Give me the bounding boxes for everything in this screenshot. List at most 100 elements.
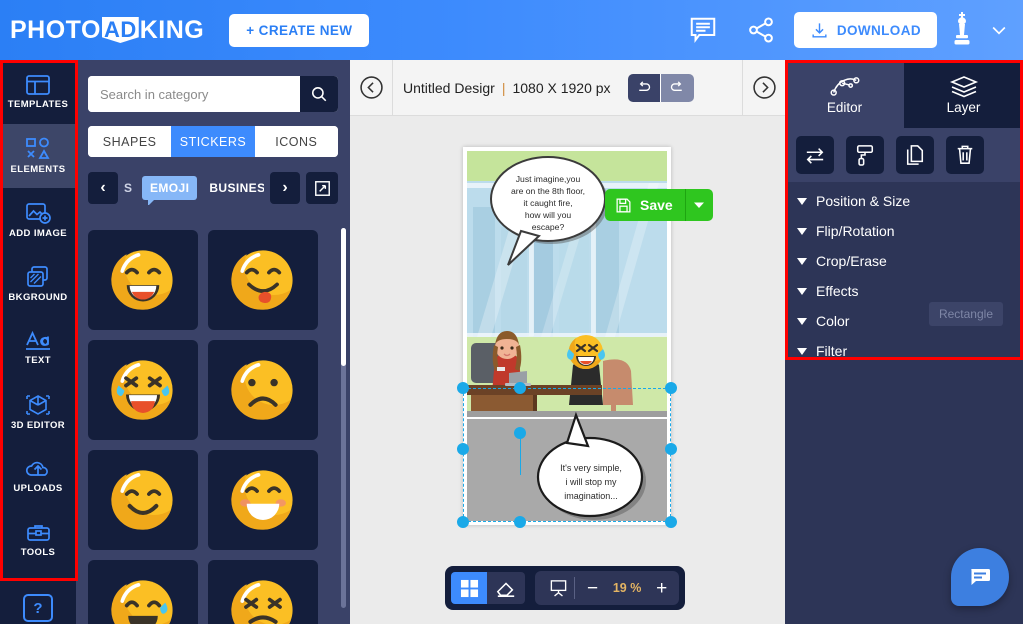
handle-top-left[interactable] xyxy=(457,382,469,394)
chevron-down-icon xyxy=(797,197,807,205)
emoji-item-sweat-smile[interactable] xyxy=(88,560,198,624)
svg-text:escape?: escape? xyxy=(532,222,565,232)
category-prev-button[interactable]: ‹ xyxy=(88,172,118,204)
category-next-button[interactable]: › xyxy=(270,172,300,204)
toolbox-icon xyxy=(26,525,50,541)
emoji-item-angry-squint[interactable] xyxy=(208,560,318,624)
emoji-grid-scroll[interactable] xyxy=(76,220,350,624)
canvas-area: Untitled Desigr | 1080 X 1920 px Save Ju… xyxy=(350,59,785,624)
handle-middle-left[interactable] xyxy=(457,443,469,455)
download-icon xyxy=(812,22,827,38)
grinning-blush-emoji xyxy=(231,470,293,530)
account-menu[interactable] xyxy=(951,11,1009,49)
sidebar-label-elements: ELEMENTS xyxy=(10,164,66,175)
canvas-toolbar: Untitled Desigr | 1080 X 1920 px xyxy=(350,59,785,116)
tab-editor[interactable]: Editor xyxy=(785,60,904,128)
panel-scrollbar-thumb[interactable] xyxy=(341,228,346,366)
section-flip-rotation[interactable]: Flip/Rotation xyxy=(785,216,1023,246)
redo-icon[interactable] xyxy=(660,73,694,102)
sidebar-item-elements[interactable]: ELEMENTS xyxy=(0,124,76,188)
feedback-comment-icon[interactable] xyxy=(674,0,732,60)
section-position-size[interactable]: Position & Size xyxy=(785,186,1023,216)
zoom-in-button[interactable]: + xyxy=(652,579,671,598)
eraser-icon[interactable] xyxy=(487,572,525,604)
sidebar-label-bkground: BKGROUND xyxy=(8,292,68,303)
arrange-swap-icon[interactable] xyxy=(796,136,834,174)
save-group: Save xyxy=(605,189,713,221)
emoji-item-frowning-face[interactable] xyxy=(208,340,318,440)
chevron-down-icon xyxy=(797,287,807,295)
sidebar-label-text: TEXT xyxy=(25,355,51,366)
handle-top-right[interactable] xyxy=(665,382,677,394)
laughing-tears-emoji xyxy=(111,360,173,420)
help-button[interactable]: ? xyxy=(23,594,53,622)
sidebar-label-3d-editor: 3D EDITOR xyxy=(10,420,66,431)
emoji-item-grinning-blush[interactable] xyxy=(208,450,318,550)
svg-text:it caught fire,: it caught fire, xyxy=(523,198,572,208)
search-button[interactable] xyxy=(300,76,338,112)
sidebar-item-3d-editor[interactable]: 3D EDITOR xyxy=(0,380,76,444)
chevron-left-circle-icon[interactable] xyxy=(350,75,392,100)
sidebar-label-templates: TEMPLATES xyxy=(7,99,69,110)
handle-bottom-right[interactable] xyxy=(665,516,677,528)
panel-scrollbar[interactable] xyxy=(341,228,346,608)
grid-view-icon[interactable] xyxy=(451,572,487,604)
share-icon[interactable] xyxy=(732,0,790,60)
chat-bubble-icon[interactable] xyxy=(951,548,1009,606)
chevron-right-circle-icon[interactable] xyxy=(743,75,785,100)
chevron-down-icon xyxy=(797,347,807,355)
handle-top-center[interactable] xyxy=(514,382,526,394)
expand-diagonal-icon[interactable] xyxy=(306,172,338,204)
save-dropdown-button[interactable] xyxy=(684,189,713,221)
sidebar-item-add-image[interactable]: ADD IMAGE xyxy=(0,188,76,252)
duplicate-pages-icon[interactable] xyxy=(896,136,934,174)
download-button[interactable]: DOWNLOAD xyxy=(793,12,937,48)
layers-icon xyxy=(949,75,978,97)
section-filter[interactable]: Filter xyxy=(785,336,1023,366)
emoji-item-grinning-open-mouth[interactable] xyxy=(88,230,198,330)
app-header: PHOTO AD KING + CREATE NEW DOWNLOAD xyxy=(0,0,1023,60)
emoji-item-laughing-tears[interactable] xyxy=(88,340,198,440)
sidebar-item-text[interactable]: TEXT xyxy=(0,316,76,380)
section-label-position-size: Position & Size xyxy=(816,193,911,209)
tab-shapes[interactable]: SHAPES xyxy=(88,126,172,157)
sidebar-item-tools[interactable]: TOOLS xyxy=(0,508,76,572)
app-root: PHOTO AD KING + CREATE NEW DOWNLOAD TEMP… xyxy=(0,0,1023,624)
sidebar-item-templates[interactable]: TEMPLATES xyxy=(0,60,76,124)
sidebar-label-uploads: UPLOADS xyxy=(13,483,63,494)
slightly-smiling-emoji xyxy=(111,470,173,530)
section-label-filter: Filter xyxy=(816,343,848,359)
category-chip-emoji[interactable]: EMOJI xyxy=(142,176,198,205)
save-button[interactable]: Save xyxy=(605,189,685,221)
handle-bottom-center[interactable] xyxy=(514,516,526,528)
right-panel-tabs: Editor Layer xyxy=(785,60,1023,128)
angry-squint-emoji xyxy=(231,580,293,624)
tab-editor-label: Editor xyxy=(826,99,863,115)
tab-layer-label: Layer xyxy=(946,99,981,115)
emoji-item-slightly-smiling[interactable] xyxy=(88,450,198,550)
create-new-button[interactable]: + CREATE NEW xyxy=(229,13,370,47)
rotation-line xyxy=(520,433,521,475)
paint-roller-icon[interactable] xyxy=(846,136,884,174)
sidebar-item-bkground[interactable]: BKGROUND xyxy=(0,252,76,316)
section-crop-erase[interactable]: Crop/Erase xyxy=(785,246,1023,276)
trash-icon[interactable] xyxy=(946,136,984,174)
element-type-tabs: SHAPES STICKERS ICONS xyxy=(88,126,338,157)
tab-layer[interactable]: Layer xyxy=(904,60,1023,128)
tab-icons[interactable]: ICONS xyxy=(254,126,338,157)
zoom-out-button[interactable]: − xyxy=(583,579,602,598)
presentation-icon[interactable] xyxy=(543,577,575,599)
document-title[interactable]: Untitled Desigr xyxy=(403,80,495,96)
undo-icon[interactable] xyxy=(627,73,661,102)
tab-stickers[interactable]: STICKERS xyxy=(171,126,255,157)
sidebar-item-uploads[interactable]: UPLOADS xyxy=(0,444,76,508)
category-chip-business[interactable]: BUSINESS xyxy=(201,176,264,200)
rotation-handle[interactable] xyxy=(514,427,526,439)
svg-text:imagination...: imagination... xyxy=(564,491,618,501)
search-input[interactable] xyxy=(88,76,300,112)
category-chip-partial[interactable]: S xyxy=(124,176,138,200)
svg-text:i will stop my: i will stop my xyxy=(565,477,617,487)
handle-bottom-left[interactable] xyxy=(457,516,469,528)
handle-middle-right[interactable] xyxy=(665,443,677,455)
emoji-item-tongue-out[interactable] xyxy=(208,230,318,330)
